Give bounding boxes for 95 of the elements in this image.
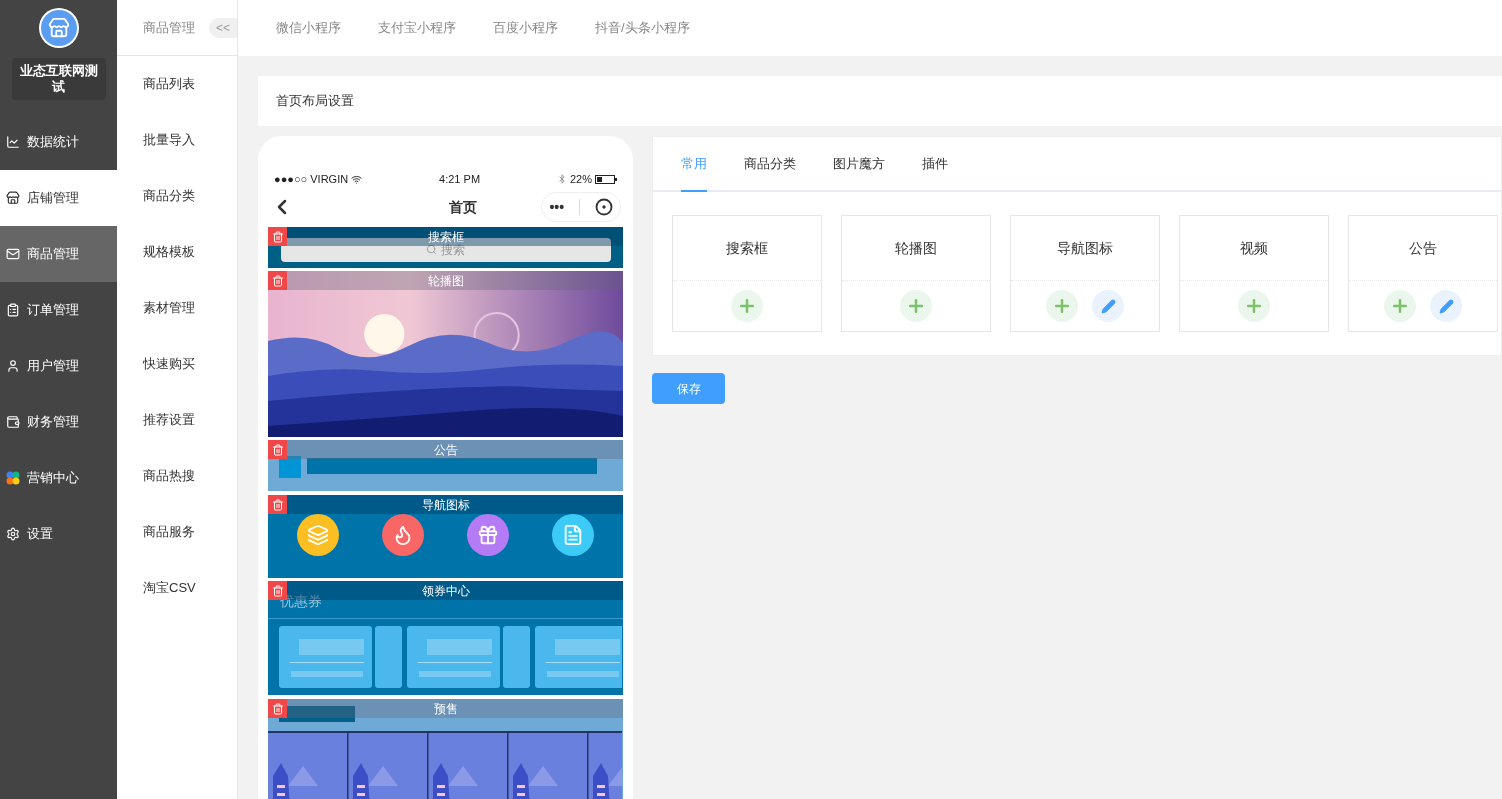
widget-label: 搜索框: [726, 238, 768, 258]
user-icon: [6, 359, 20, 373]
module-label: 公告: [433, 443, 458, 456]
sidebar-label: 商品管理: [27, 245, 79, 264]
module-label: 导航图标: [421, 498, 470, 511]
sidebar-label: 设置: [27, 525, 53, 544]
layers-icon: [307, 524, 330, 546]
panel-tab[interactable]: 插件: [922, 137, 948, 192]
plus-icon: [1244, 296, 1264, 316]
search-icon: [426, 244, 437, 255]
submenu-item[interactable]: 淘宝CSV: [117, 560, 237, 616]
sidebar-item[interactable]: 设置: [0, 506, 117, 562]
add-button[interactable]: [900, 290, 932, 322]
widget-label: 轮播图: [895, 238, 937, 258]
submenu-item[interactable]: 商品列表: [117, 56, 237, 112]
sidebar-item[interactable]: 商品管理: [0, 226, 117, 282]
plus-icon: [737, 296, 757, 316]
widget-label: 导航图标: [1057, 238, 1113, 258]
plus-icon: [906, 296, 926, 316]
add-button[interactable]: [1384, 290, 1416, 322]
submenu-item[interactable]: 规格模板: [117, 224, 237, 280]
submenu-item[interactable]: 商品热搜: [117, 448, 237, 504]
plus-icon: [1052, 296, 1072, 316]
module-label: 领券中心: [421, 584, 470, 597]
plus-icon: [1390, 296, 1410, 316]
status-time: 4:21 PM: [439, 171, 481, 187]
sidebar-label: 数据统计: [27, 133, 79, 152]
trash-icon: [271, 498, 284, 511]
submenu-item[interactable]: 批量导入: [117, 112, 237, 168]
sidebar-item[interactable]: 店铺管理: [0, 170, 117, 226]
panel-tab[interactable]: 商品分类: [744, 137, 796, 192]
sidebar-label: 营销中心: [27, 469, 79, 488]
pencil-icon: [1100, 298, 1116, 314]
platform-tab[interactable]: 百度小程序: [493, 18, 558, 38]
widget-label: 公告: [1409, 238, 1437, 258]
logo-icon: [38, 8, 79, 48]
search-module[interactable]: 搜索框 搜索: [268, 227, 623, 268]
edit-button[interactable]: [1430, 290, 1462, 322]
add-button[interactable]: [1046, 290, 1078, 322]
platform-tab[interactable]: 抖音/头条小程序: [595, 18, 690, 38]
widget-label: 视频: [1240, 238, 1268, 258]
sidebar-item[interactable]: 财务管理: [0, 394, 117, 450]
brand-name: 业态互联网测试: [11, 58, 106, 100]
panel-tab[interactable]: 图片魔方: [833, 137, 885, 192]
sidebar-item[interactable]: 数据统计: [0, 114, 117, 170]
wifi-icon: [351, 173, 363, 185]
sidebar-label: 用户管理: [27, 357, 79, 376]
submenu-item[interactable]: 快速购买: [117, 336, 237, 392]
add-button[interactable]: [1238, 290, 1270, 322]
search-placeholder: 搜索: [441, 242, 465, 259]
page-title: 首页布局设置: [276, 92, 354, 111]
sidebar-item[interactable]: 订单管理: [0, 282, 117, 338]
module-label: 预售: [433, 702, 458, 715]
trash-icon: [271, 443, 284, 456]
envelope-icon: [6, 247, 20, 261]
sidebar-item[interactable]: 用户管理: [0, 338, 117, 394]
submenu-item[interactable]: 推荐设置: [117, 392, 237, 448]
edit-button[interactable]: [1092, 290, 1124, 322]
sidebar-label: 店铺管理: [27, 189, 79, 208]
add-button[interactable]: [731, 290, 763, 322]
delete-button[interactable]: [268, 271, 287, 290]
sidebar-label: 财务管理: [27, 413, 79, 432]
trash-icon: [271, 584, 284, 597]
store-icon: [6, 191, 20, 205]
pencil-icon: [1438, 298, 1454, 314]
battery-icon: [595, 174, 617, 184]
chart-icon: [6, 135, 20, 149]
delete-button[interactable]: [268, 440, 287, 459]
more-label: •••: [549, 197, 565, 217]
bluetooth-icon: [556, 174, 567, 184]
platform-tab[interactable]: 支付宝小程序: [378, 18, 456, 38]
submenu-item[interactable]: 素材管理: [117, 280, 237, 336]
module-label: 轮播图: [427, 274, 464, 287]
wallet-icon: [6, 415, 20, 429]
delete-button[interactable]: [268, 495, 287, 514]
submenu-item[interactable]: 商品服务: [117, 504, 237, 560]
delete-button[interactable]: [268, 699, 287, 718]
carrier-label: ●●●○○ VIRGIN: [274, 171, 349, 187]
phone-title: 首页: [448, 197, 477, 217]
submenu-item[interactable]: 商品分类: [117, 168, 237, 224]
sidebar-label: 订单管理: [27, 301, 79, 320]
settings-icon: [6, 527, 20, 541]
delete-button[interactable]: [268, 227, 287, 246]
submenu-title: 商品管理: [143, 18, 195, 37]
four-petal-icon: [6, 471, 20, 485]
trash-icon: [271, 702, 284, 715]
gift-icon: [476, 524, 499, 546]
module-label: 搜索框: [427, 230, 464, 243]
close-icon: [594, 198, 613, 216]
platform-tab[interactable]: 微信小程序: [276, 18, 341, 38]
trash-icon: [271, 230, 284, 243]
sidebar-item[interactable]: 营销中心: [0, 450, 117, 506]
battery-level: 22%: [569, 171, 592, 187]
clipboard-icon: [6, 303, 20, 317]
trash-icon: [271, 274, 284, 287]
